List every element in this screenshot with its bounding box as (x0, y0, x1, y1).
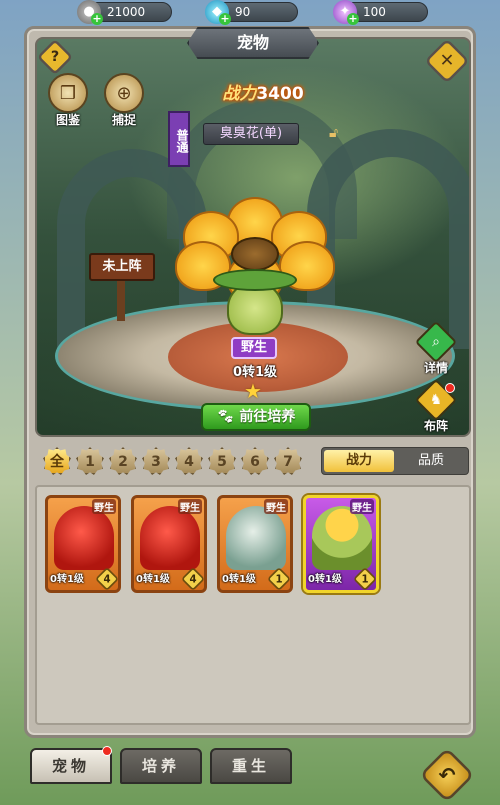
count-badge: 4 (94, 566, 118, 590)
pet-showcase: ? ✕ ❒ 图鉴 ⊕ 捕捉 战力3400 普通 臭臭花(单) 🔓︎ 未上阵 野生… (35, 37, 471, 437)
pet-portrait (226, 506, 286, 570)
paw-icon: 🐾︎ (216, 409, 240, 425)
capture-label: 捕捉 (111, 113, 136, 127)
pet-level: 0转1级 (232, 365, 278, 380)
star-icon: ★ (244, 379, 262, 403)
notification-dot (102, 746, 112, 756)
card-level: 0转1级 (50, 574, 84, 585)
page-title: 宠物 (187, 27, 319, 59)
back-button[interactable]: ↶ (419, 747, 475, 803)
filter-2[interactable]: 2 (109, 447, 137, 475)
pet-card-selected[interactable]: 野生 0转1级 1 (303, 495, 379, 593)
filter-7[interactable]: 7 (274, 447, 302, 475)
gem-counter[interactable]: ◆ + 90 (205, 0, 298, 25)
pet-name: 臭臭花(单) (203, 123, 299, 145)
signpost-pole (117, 281, 125, 321)
crystal-counter[interactable]: ✦ + 100 (333, 0, 428, 25)
codex-label: 图鉴 (55, 113, 80, 127)
gem-amount: 90 (235, 5, 251, 19)
count-badge: 1 (352, 566, 376, 590)
pet-portrait (140, 506, 200, 570)
filter-1[interactable]: 1 (76, 447, 104, 475)
deploy-status-sign: 未上阵 (89, 253, 155, 281)
gold-amount: 21000 (107, 5, 146, 19)
book-icon: ❒ (48, 73, 88, 113)
lock-icon[interactable]: 🔓︎ (329, 125, 338, 141)
pet-model[interactable] (175, 197, 335, 337)
tab-rebirth[interactable]: 重生 (210, 748, 292, 784)
sort-toggle: 战力 品质 (321, 447, 469, 475)
pet-panel: ? ✕ ❒ 图鉴 ⊕ 捕捉 战力3400 普通 臭臭花(单) 🔓︎ 未上阵 野生… (24, 26, 476, 738)
filter-6[interactable]: 6 (241, 447, 269, 475)
wild-tag: 野生 (92, 499, 116, 514)
pet-portrait (312, 506, 372, 570)
card-level: 0转1级 (222, 574, 256, 585)
power-value: 3400 (256, 84, 304, 104)
filter-4[interactable]: 4 (175, 447, 203, 475)
pet-card[interactable]: 野生 0转1级 4 (45, 495, 121, 593)
tab-pets[interactable]: 宠物 (30, 748, 112, 784)
filter-all[interactable]: 全 (43, 447, 71, 475)
tab-train[interactable]: 培养 (120, 748, 202, 784)
pet-portrait (54, 506, 114, 570)
sort-by-quality[interactable]: 品质 (396, 450, 466, 472)
codex-button[interactable]: ❒ 图鉴 (45, 73, 91, 128)
wild-tag: 野生 (350, 499, 374, 514)
help-button[interactable]: ? (37, 39, 74, 76)
close-button[interactable]: ✕ (424, 39, 469, 84)
card-level: 0转1级 (308, 574, 342, 585)
pet-list: 野生 0转1级 4 野生 0转1级 4 野生 0转1级 1 野生 0转1级 1 (35, 485, 471, 725)
power-display: 战力3400 (213, 79, 313, 105)
wild-tag: 野生 (264, 499, 288, 514)
back-arrow-icon: ↶ (438, 763, 456, 787)
sort-by-power[interactable]: 战力 (324, 450, 394, 472)
power-label: 战力 (222, 84, 257, 104)
details-button[interactable]: ⌕ 详情 (413, 320, 459, 376)
close-icon: ✕ (439, 50, 455, 71)
gold-counter[interactable]: ● + 21000 (77, 0, 172, 25)
card-level: 0转1级 (136, 574, 170, 585)
pet-card[interactable]: 野生 0转1级 4 (131, 495, 207, 593)
add-gem-icon[interactable]: + (219, 13, 231, 25)
rarity-tag: 普通 (168, 111, 190, 167)
count-badge: 4 (180, 566, 204, 590)
pet-card[interactable]: 野生 0转1级 1 (217, 495, 293, 593)
go-train-button[interactable]: 🐾︎ 前往培养 (201, 403, 311, 431)
count-badge: 1 (266, 566, 290, 590)
resource-bar: ● + 21000 ◆ + 90 ✦ + 100 (0, 0, 500, 25)
filter-5[interactable]: 5 (208, 447, 236, 475)
magnifier-icon: ⌕ (432, 334, 440, 350)
wild-type-badge: 野生 (231, 337, 277, 359)
add-crystal-icon[interactable]: + (347, 13, 359, 25)
go-train-label: 前往培养 (239, 409, 296, 425)
add-gold-icon[interactable]: + (91, 13, 103, 25)
question-icon: ? (50, 48, 60, 65)
capture-button[interactable]: ⊕ 捕捉 (101, 73, 147, 128)
filter-3[interactable]: 3 (142, 447, 170, 475)
net-icon: ⊕ (104, 73, 144, 113)
crystal-amount: 100 (363, 5, 386, 19)
wild-tag: 野生 (178, 499, 202, 514)
notification-dot (445, 383, 455, 393)
